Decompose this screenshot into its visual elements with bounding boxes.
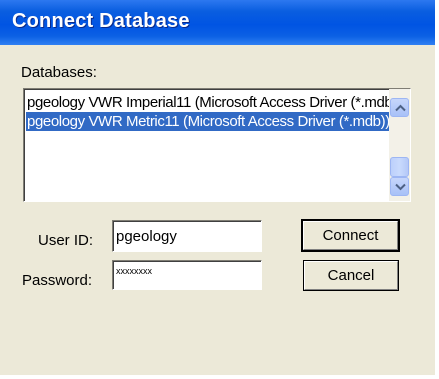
chevron-up-icon	[395, 104, 406, 112]
cancel-button[interactable]: Cancel	[303, 260, 399, 291]
scroll-up-button[interactable]	[390, 98, 409, 117]
connect-button-label: Connect	[322, 227, 379, 244]
connect-database-dialog: Connect Database Databases: pgeology VWR…	[0, 0, 439, 379]
user-id-input[interactable]	[112, 220, 262, 252]
cancel-button-label: Cancel	[327, 267, 375, 284]
connect-button[interactable]: Connect	[301, 219, 400, 252]
password-label: Password:	[22, 272, 93, 289]
chevron-down-icon	[395, 183, 406, 191]
databases-listbox[interactable]: pgeology VWR Imperial11 (Microsoft Acces…	[23, 88, 411, 202]
title-bar[interactable]: Connect Database	[0, 0, 435, 45]
dialog-title: Connect Database	[12, 10, 190, 32]
list-item-selected[interactable]: pgeology VWR Metric11 (Microsoft Access …	[26, 112, 389, 131]
user-id-label: User ID:	[38, 232, 94, 249]
databases-label: Databases:	[21, 64, 97, 81]
password-input[interactable]: xxxxxxxx	[112, 260, 262, 290]
scroll-thumb[interactable]	[390, 157, 409, 177]
vertical-scrollbar[interactable]	[389, 89, 410, 201]
scroll-down-button[interactable]	[390, 177, 409, 196]
list-item[interactable]: pgeology VWR Imperial11 (Microsoft Acces…	[26, 93, 389, 112]
